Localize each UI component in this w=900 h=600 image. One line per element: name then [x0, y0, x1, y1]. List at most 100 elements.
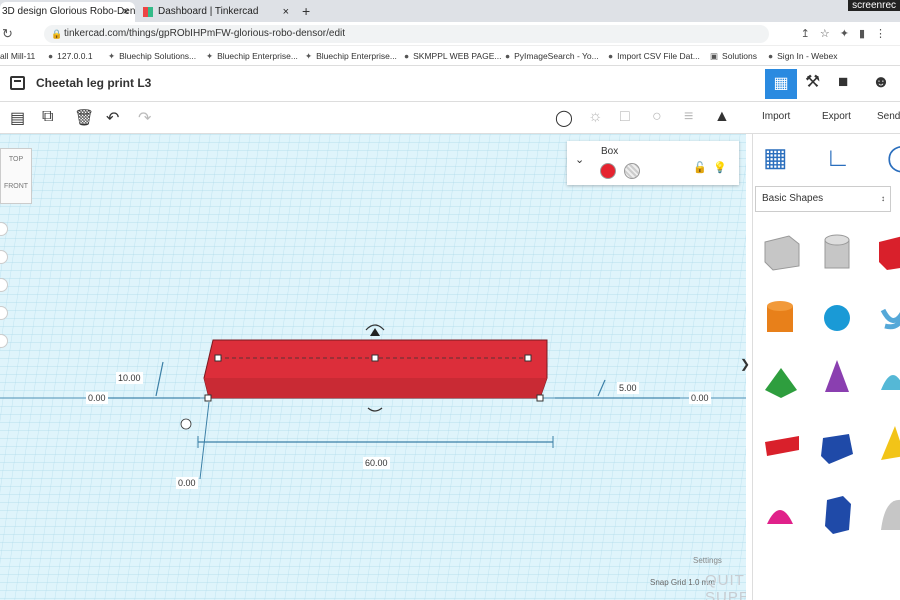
new-tab-button[interactable]: + [302, 3, 310, 19]
design-list-icon[interactable] [10, 76, 25, 90]
resize-handle[interactable] [371, 354, 379, 362]
view-cube-front[interactable]: FRONT [1, 183, 31, 190]
bookmark[interactable]: ● Import CSV File Dat... [608, 46, 700, 66]
browser-tab-bar: 3D design Glorious Robo-Densor × Dashboar… [0, 0, 900, 22]
view-cube-top[interactable]: TOP [1, 156, 31, 163]
reload-icon[interactable]: ↻ [2, 26, 13, 42]
export-button[interactable]: Export [822, 111, 851, 122]
width-dimension[interactable]: 5.00 [617, 382, 639, 394]
workplane-viewport[interactable]: 10.00 60.00 5.00 0.00 0.00 0.00 Settings… [0, 134, 746, 600]
share-icon[interactable]: ↥ [801, 28, 820, 40]
shape-grid [764, 234, 900, 534]
folder-icon: ▣ [710, 51, 719, 61]
duplicate-icon[interactable]: ⧉ [42, 108, 53, 126]
paraboloid-shape[interactable] [881, 500, 900, 530]
import-button[interactable]: Import [762, 111, 790, 122]
left-offset-dimension[interactable]: 0.00 [86, 392, 108, 404]
hole-swatch[interactable] [624, 163, 640, 179]
front-offset-dimension[interactable]: 0.00 [176, 477, 198, 489]
app-header: Cheetah leg print L3 ▦ ⚒ ■ ☻ [0, 66, 900, 102]
tab-dashboard[interactable]: Dashboard | Tinkercad × [140, 2, 295, 22]
bookmark[interactable]: ✦ Bluechip Solutions... [108, 46, 196, 66]
globe-icon: ● [505, 51, 511, 61]
lightbulb-icon[interactable]: 💡 [713, 161, 727, 174]
resize-handle[interactable] [204, 394, 212, 402]
align-icon[interactable]: ≡ [684, 108, 693, 126]
expand-panel-icon[interactable]: ❯ [740, 357, 750, 371]
light-icon[interactable]: ☼ [588, 108, 603, 126]
extension-icon[interactable]: ✦ [840, 28, 859, 40]
mirror-icon[interactable]: ▲ [714, 108, 730, 126]
undo-icon[interactable]: ↶ [106, 108, 119, 128]
lock-icon[interactable]: 🔓 [693, 161, 707, 174]
bookmark[interactable]: ● Sign In - Webex [768, 46, 837, 66]
resize-handle[interactable] [524, 354, 532, 362]
pickaxe-icon[interactable]: ⚒ [805, 72, 820, 92]
prism-shape[interactable] [825, 496, 851, 534]
bookmark[interactable]: ▣ Solutions [710, 46, 757, 66]
polygon-shape[interactable] [821, 434, 853, 464]
bookmark[interactable]: all Mill-11 [0, 46, 35, 66]
text-shape[interactable] [765, 436, 799, 456]
roof-shape[interactable] [765, 368, 797, 398]
star-icon[interactable]: ☆ [820, 28, 840, 40]
bookmark-icon: ✦ [305, 51, 313, 61]
bookmark-icon: ✦ [206, 51, 214, 61]
workplane-icon[interactable]: ▦ [763, 142, 788, 173]
view-cube[interactable]: TOP FRONT [0, 148, 32, 204]
resize-handle[interactable] [536, 394, 544, 402]
url-field[interactable]: 🔒 tinkercad.com/things/gpRObIHPmFW-glorio… [44, 25, 769, 43]
collapse-chevron-icon[interactable]: ⌄ [575, 153, 584, 166]
bricks-icon[interactable]: ■ [838, 72, 848, 92]
round-roof-shape[interactable] [881, 375, 900, 390]
scribble-shape[interactable] [880, 308, 900, 330]
shape-category-select[interactable]: Basic Shapes ↕ [755, 186, 891, 212]
screenrec-badge: screenrec [848, 0, 900, 11]
height-dimension[interactable]: 10.00 [116, 372, 143, 384]
menu-icon[interactable]: ⋮ [875, 28, 896, 40]
cylinder-shape[interactable] [767, 301, 793, 332]
sphere-shape[interactable] [824, 305, 850, 331]
lock-icon: 🔒 [51, 29, 63, 39]
close-tab-icon[interactable]: × [123, 2, 129, 22]
sidebar-icon[interactable]: ▮ [859, 28, 875, 40]
resize-handle[interactable] [214, 354, 222, 362]
close-tab-icon[interactable]: × [283, 2, 289, 22]
right-offset-dimension[interactable]: 0.00 [689, 392, 711, 404]
send-button[interactable]: Send [877, 111, 900, 122]
box-shape[interactable] [879, 236, 900, 270]
add-user-icon[interactable]: ☻ [872, 72, 890, 92]
bookmarks-bar: all Mill-11 ● 127.0.0.1 ✦ Bluechip Solutio… [0, 46, 900, 66]
cylinder-hole-shape[interactable] [824, 234, 850, 269]
pyramid-shape[interactable] [881, 426, 900, 460]
3d-view-button[interactable]: ▦ [765, 69, 797, 99]
group-icon[interactable]: □ [620, 108, 630, 126]
delete-icon[interactable]: 🗑 [74, 108, 94, 128]
cone-shape[interactable] [825, 360, 849, 392]
tab-3d-design[interactable]: 3D design Glorious Robo-Densor × [0, 2, 135, 22]
ungroup-icon[interactable]: ○ [652, 108, 662, 126]
ruler-icon[interactable]: ∟ [825, 142, 850, 173]
redo-icon[interactable]: ↷ [138, 108, 151, 128]
address-bar-row: ↻ 🔒 tinkercad.com/things/gpRObIHPmFW-glor… [0, 22, 900, 46]
settings-link[interactable]: Settings [693, 556, 722, 565]
solid-color-swatch[interactable] [600, 163, 616, 179]
bookmark[interactable]: ● 127.0.0.1 [48, 46, 93, 66]
select-arrows-icon: ↕ [881, 194, 885, 203]
shape-inspector: ⌄ Box 🔓 💡 [567, 141, 739, 185]
length-dimension[interactable]: 60.00 [363, 457, 390, 469]
bookmark[interactable]: ✦ Bluechip Enterprise... [305, 46, 397, 66]
grid-icon: ▦ [773, 75, 789, 92]
edit-toolbar: ▤ ⧉ 🗑 ↶ ↷ ◯ ☼ □ ○ ≡ ▲ Import Export Send [0, 102, 900, 134]
bookmark[interactable]: ✦ Bluechip Enterprise... [206, 46, 298, 66]
notes-icon[interactable]: ◯ [555, 108, 573, 128]
box-hole-shape[interactable] [764, 235, 800, 271]
bookmark[interactable]: ● PyImageSearch - Yo... [505, 46, 599, 66]
half-sphere-shape[interactable] [767, 510, 793, 524]
workplane-grid [0, 134, 746, 600]
tab-label: 3D design Glorious Robo-Densor [2, 6, 135, 17]
notes-icon[interactable]: ◯ [887, 142, 900, 173]
bookmark[interactable]: ● SKMPPL WEB PAGE... [404, 46, 501, 66]
paste-icon[interactable]: ▤ [10, 108, 25, 128]
design-title[interactable]: Cheetah leg print L3 [36, 76, 151, 90]
